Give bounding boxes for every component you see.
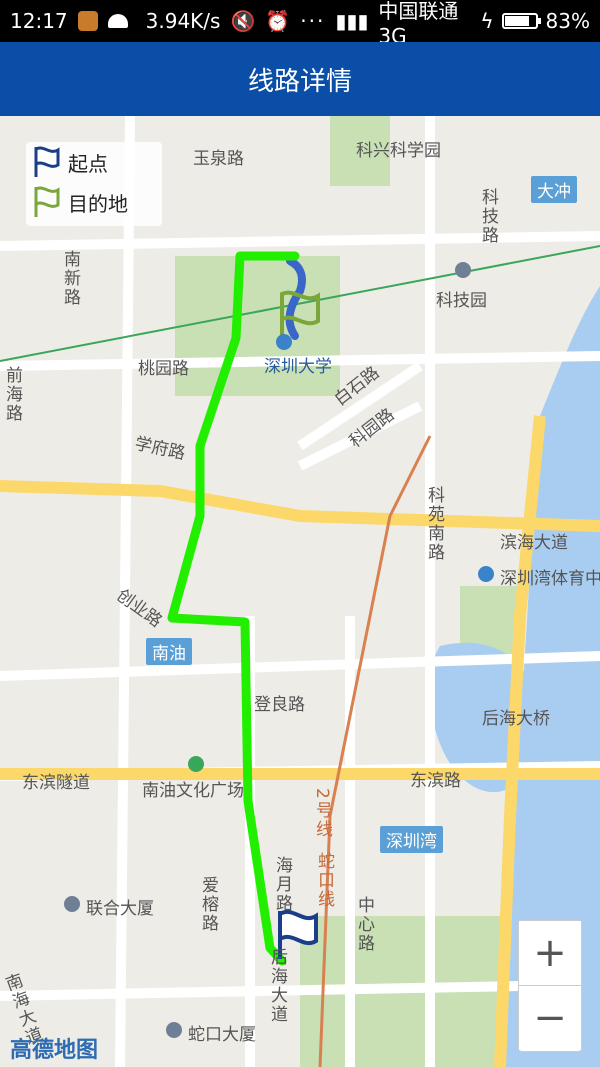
map-label: 东滨隧道	[22, 773, 90, 793]
map-label: 后海大道	[267, 948, 287, 1024]
title-bar: 线路详情	[0, 42, 600, 116]
map-label: 科技园	[436, 291, 487, 311]
network-speed: 3.94K/s	[145, 9, 221, 33]
map-label: 科技路	[478, 188, 498, 245]
legend-start-label: 起点	[68, 151, 108, 176]
legend-start: 起点	[26, 142, 162, 182]
battery-icon	[501, 13, 541, 29]
start-flag-icon	[34, 146, 60, 177]
map-label: 玉泉路	[193, 149, 244, 169]
map-view[interactable]: 玉泉路 科兴科学园 大冲 科技路 南新路 科技园 桃园路 深圳大学 前海路 白石…	[0, 116, 600, 1067]
status-time: 12:17	[10, 9, 68, 33]
map-label: 科兴科学园	[356, 141, 441, 161]
battery-percent: 83%	[545, 9, 590, 33]
building-icon	[166, 1022, 182, 1038]
mute-icon: 🔇	[230, 9, 256, 33]
szw-badge: 深圳湾	[380, 826, 443, 853]
map-label: 科苑南路	[424, 486, 444, 562]
zoom-in-button[interactable]: +	[519, 921, 581, 985]
destination-flag-icon	[34, 186, 60, 217]
poi-icon	[455, 262, 471, 278]
map-label: 后海大桥	[482, 709, 550, 729]
legend-end: 目的地	[26, 182, 162, 222]
map-label: 2号线	[312, 788, 332, 839]
map-label: 中心路	[354, 896, 374, 953]
map-label: 桃园路	[138, 359, 189, 379]
carrier: 中国联通 3G	[378, 0, 459, 48]
university-icon	[276, 334, 292, 350]
page-title: 线路详情	[247, 66, 352, 97]
map-label: 滨海大道	[500, 533, 568, 553]
map-canvas	[0, 116, 600, 1067]
app-notification-icon	[77, 11, 98, 31]
signal-icon: ▮▮▮	[335, 9, 369, 33]
amap-logo: 高德地图	[10, 1038, 99, 1063]
building-icon	[64, 896, 80, 912]
legend-end-label: 目的地	[68, 191, 128, 216]
plaza-icon	[188, 756, 204, 772]
map-label: 南油文化广场	[142, 781, 244, 801]
map-label: 东滨路	[410, 771, 461, 791]
map-label: 深圳大学	[264, 357, 332, 377]
status-bar: 12:17 3.94K/s 🔇 ⏰ ··· ▮▮▮ 中国联通 3G ϟ 83%	[0, 0, 600, 48]
map-label: 前海路	[2, 366, 22, 423]
zoom-controls: + −	[518, 920, 582, 1052]
stadium-icon	[478, 566, 494, 582]
zoom-out-button[interactable]: −	[519, 986, 581, 1050]
route-legend: 起点 目的地	[26, 142, 162, 226]
map-label: 深圳湾体育中	[500, 569, 600, 589]
map-label: 联合大厦	[86, 899, 154, 919]
map-label: 蛇口线	[314, 852, 334, 909]
android-icon	[107, 14, 128, 28]
alarm-icon: ⏰	[265, 9, 291, 33]
more-dots-icon: ···	[300, 9, 326, 33]
map-label: 海月路	[272, 856, 292, 913]
nanyou-badge: 南油	[146, 638, 192, 665]
charging-icon: ϟ	[480, 9, 494, 33]
map-label: 登良路	[254, 695, 305, 715]
map-label: 蛇口大厦	[188, 1025, 256, 1045]
dachong-badge: 大冲	[531, 176, 577, 203]
map-label: 爱榕路	[198, 876, 218, 933]
map-label: 南新路	[60, 250, 80, 307]
